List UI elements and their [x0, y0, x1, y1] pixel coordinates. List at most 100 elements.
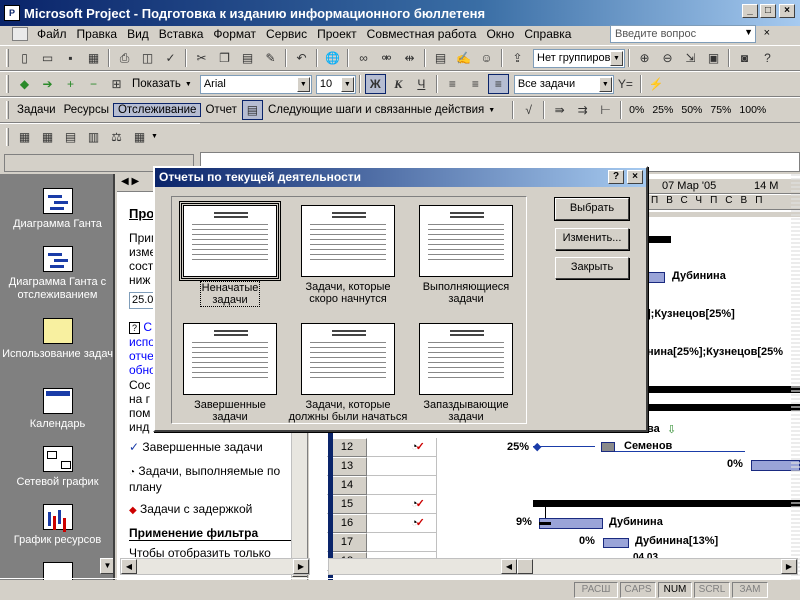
- indicator-cell[interactable]: ◔: [367, 438, 437, 457]
- assign-resources-icon[interactable]: ☺: [476, 48, 497, 68]
- percent-100-button[interactable]: 100%: [735, 104, 770, 116]
- print-icon[interactable]: ⎙: [114, 48, 135, 68]
- copy-picture-icon[interactable]: ▣: [703, 48, 724, 68]
- row-header[interactable]: 16: [327, 514, 367, 533]
- percent-50-button[interactable]: 50%: [677, 104, 706, 116]
- show-button[interactable]: Показать: [128, 78, 185, 90]
- hyperlink-icon[interactable]: 🌐: [322, 48, 343, 68]
- pane-hscrollbar[interactable]: ◀ ▶: [120, 558, 310, 575]
- report-completed[interactable]: Завершенные задачи: [172, 323, 288, 431]
- scroll-left-icon[interactable]: ◀: [121, 559, 137, 574]
- chevron-down-icon[interactable]: ▼: [296, 76, 310, 92]
- zoom-in-icon[interactable]: ⊕: [634, 48, 655, 68]
- chevron-down-icon[interactable]: ▼: [744, 27, 753, 37]
- pane-item-late[interactable]: ◆ Задачи с задержкой: [129, 502, 299, 518]
- indicator-cell[interactable]: [367, 457, 437, 476]
- go-to-task-icon[interactable]: ⇲: [680, 48, 701, 68]
- pane-link[interactable]: обно: [129, 363, 156, 377]
- font-size-select[interactable]: 10 ▼: [315, 74, 356, 94]
- grouping-select[interactable]: Нет группировки ▼: [533, 48, 625, 68]
- row-header[interactable]: 15: [327, 495, 367, 514]
- align-right-icon[interactable]: ≡: [487, 74, 509, 94]
- reschedule-work-icon[interactable]: ⇉: [572, 100, 593, 120]
- row-header[interactable]: 17: [327, 533, 367, 552]
- toolbar-grip[interactable]: [6, 75, 9, 93]
- paste-icon[interactable]: ▤: [237, 48, 258, 68]
- scroll-right-icon[interactable]: ▶: [293, 559, 309, 574]
- viewbar-item-tracking-gantt[interactable]: Диаграмма Ганта с отслеживанием: [0, 246, 113, 302]
- percent-0-button[interactable]: 0%: [625, 104, 648, 116]
- pane-link[interactable]: отче: [129, 349, 156, 363]
- font-select[interactable]: Arial ▼: [199, 74, 312, 94]
- task-notes-icon[interactable]: ✍: [453, 48, 474, 68]
- columns-icon[interactable]: ▦: [129, 127, 150, 147]
- format-painter-icon[interactable]: ✎: [260, 48, 281, 68]
- forward-icon[interactable]: ▶: [131, 176, 139, 187]
- filter-select[interactable]: Все задачи ▼: [513, 74, 614, 94]
- indicator-cell[interactable]: [367, 533, 437, 552]
- spelling-icon[interactable]: ✓: [160, 48, 181, 68]
- autofilter-icon[interactable]: Y=: [615, 74, 636, 94]
- pane-item-completed[interactable]: ✓ Завершенные задачи: [129, 440, 304, 454]
- percent-75-button[interactable]: 75%: [706, 104, 735, 116]
- arrow-right-icon[interactable]: ➔: [37, 74, 58, 94]
- menu-project[interactable]: Проект: [312, 27, 362, 41]
- menu-edit[interactable]: Правка: [72, 27, 123, 41]
- gantt-hscrollbar[interactable]: ◀ ▶: [328, 558, 798, 575]
- project-statistics-icon[interactable]: √: [518, 100, 539, 120]
- plus-icon[interactable]: +: [60, 74, 81, 94]
- select-button[interactable]: Выбрать: [554, 197, 630, 221]
- menu-collaborate[interactable]: Совместная работа: [362, 27, 482, 41]
- sheet-icon[interactable]: ▥: [83, 127, 104, 147]
- print-preview-icon[interactable]: ◫: [137, 48, 158, 68]
- menu-help[interactable]: Справка: [519, 27, 576, 41]
- viewbar-item-calendar[interactable]: Календарь: [0, 388, 113, 431]
- publish-icon[interactable]: ⇪: [507, 48, 528, 68]
- table-icon[interactable]: ▦: [37, 127, 58, 147]
- row-header[interactable]: 13: [327, 457, 367, 476]
- pane-link[interactable]: С: [143, 320, 152, 334]
- menu-window[interactable]: Окно: [481, 27, 519, 41]
- report-in-progress[interactable]: Выполняющиеся задачи: [408, 205, 524, 313]
- task-bar[interactable]: [603, 538, 629, 548]
- align-center-icon[interactable]: ≡: [465, 74, 486, 94]
- help-search-input[interactable]: Введите вопрос ▼: [610, 25, 756, 43]
- unlink-tasks-icon[interactable]: ⚮: [376, 48, 397, 68]
- underline-button[interactable]: Ч: [411, 74, 432, 94]
- summary-bar[interactable]: [533, 500, 800, 507]
- bold-button[interactable]: Ж: [364, 74, 386, 94]
- resources-button[interactable]: Ресурсы: [60, 104, 113, 116]
- edit-button[interactable]: Изменить...: [555, 228, 629, 250]
- indicator-cell[interactable]: [367, 476, 437, 495]
- arrow-left-icon[interactable]: ◆: [14, 74, 35, 94]
- pane-link[interactable]: испо: [129, 335, 156, 349]
- cut-icon[interactable]: ✂: [191, 48, 212, 68]
- dialog-close-button[interactable]: ×: [627, 170, 643, 184]
- align-left-icon[interactable]: ≡: [442, 74, 463, 94]
- minus-icon[interactable]: −: [83, 74, 104, 94]
- close-button[interactable]: ×: [779, 4, 795, 18]
- summary-bar[interactable]: [647, 386, 800, 393]
- menu-view[interactable]: Вид: [122, 27, 154, 41]
- row-header[interactable]: 14: [327, 476, 367, 495]
- task-info-icon[interactable]: ▤: [430, 48, 451, 68]
- chevron-down-icon[interactable]: ▼: [488, 107, 495, 114]
- new-icon[interactable]: ▯: [14, 48, 35, 68]
- report-slipping[interactable]: Запаздывающие задачи: [408, 323, 524, 431]
- toolbar-grip[interactable]: [6, 101, 9, 119]
- maximize-button[interactable]: □: [760, 4, 776, 18]
- viewbar-scroll-down[interactable]: ▼: [100, 558, 113, 574]
- minimize-button[interactable]: _: [742, 4, 758, 18]
- task-bar[interactable]: [601, 442, 615, 452]
- report-not-started[interactable]: Неначатые задачи: [172, 201, 288, 313]
- update-as-scheduled-icon[interactable]: ⇛: [549, 100, 570, 120]
- chevron-down-icon[interactable]: ▼: [598, 76, 612, 92]
- app-icon[interactable]: P: [4, 5, 20, 21]
- tracking-button[interactable]: Отслеживание: [112, 103, 202, 117]
- viewbar-item-task-usage[interactable]: Использование задач: [0, 318, 113, 361]
- report-button[interactable]: Отчет: [201, 104, 241, 116]
- open-icon[interactable]: ▭: [37, 48, 58, 68]
- chevron-down-icon[interactable]: ▼: [185, 81, 192, 88]
- summary-bar[interactable]: [647, 236, 671, 243]
- save-icon[interactable]: ▪: [60, 48, 81, 68]
